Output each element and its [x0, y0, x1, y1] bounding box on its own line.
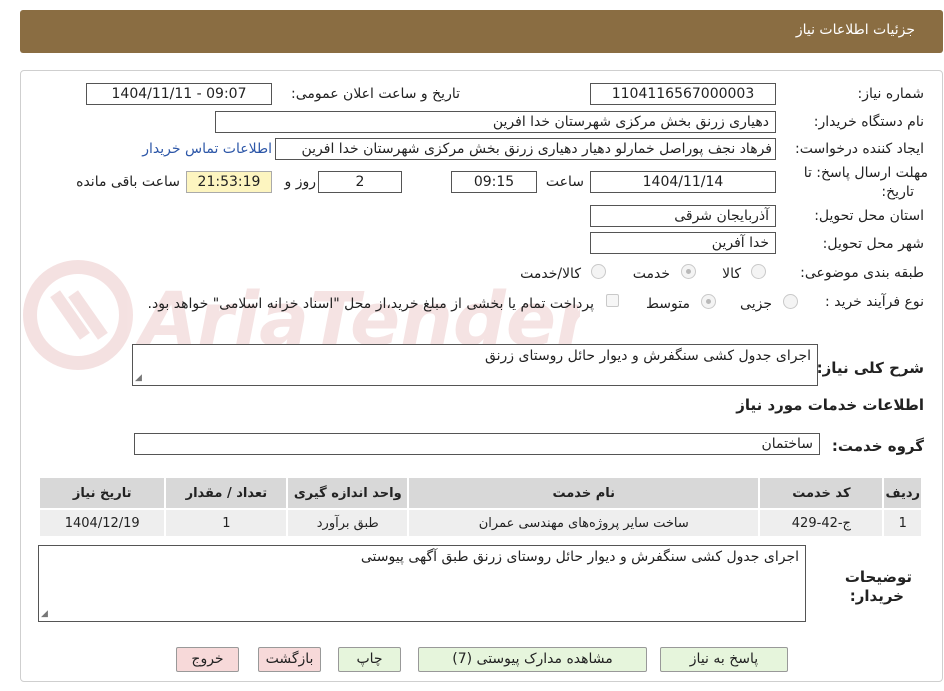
category-radio-goods[interactable]	[751, 264, 766, 279]
requester-field: فرهاد نجف پوراصل خمارلو دهیار دهیاری زرن…	[275, 138, 776, 160]
buyer-notes-label: توضیحات	[844, 568, 912, 586]
table-row: 1 ج-42-429 ساخت سایر پروژه‌های مهندسی عم…	[37, 508, 923, 538]
reply-button[interactable]: پاسخ به نیاز	[660, 647, 788, 672]
buyer-org-field: دهیاری زرنق بخش مرکزی شهرستان خدا افرین	[215, 111, 776, 133]
deadline-date-field: 1404/11/14	[590, 171, 776, 193]
cell-unit: طبق برآورد	[286, 508, 410, 538]
buyer-org-label: نام دستگاه خریدار:	[813, 114, 924, 130]
page-header: جزئیات اطلاعات نیاز	[20, 10, 943, 53]
category-option-goods-service: کالا/خدمت	[520, 266, 581, 282]
service-group-label: گروه خدمت:	[831, 437, 924, 455]
view-attachments-button[interactable]: مشاهده مدارک پیوستی (7)	[418, 647, 647, 672]
buyer-contact-link[interactable]: اطلاعات تماس خریدار	[142, 141, 272, 157]
province-label: استان محل تحویل:	[814, 208, 924, 224]
announce-date-label: تاریخ و ساعت اعلان عمومی:	[291, 86, 460, 102]
col-quantity: تعداد / مقدار	[164, 476, 289, 510]
summary-text: اجرای جدول کشی سنگفرش و دیوار حائل روستا…	[484, 348, 811, 364]
process-radio-medium[interactable]	[701, 294, 716, 309]
exit-button[interactable]: خروج	[176, 647, 239, 672]
services-section-title: اطلاعات خدمات مورد نیاز	[736, 396, 924, 414]
process-option-medium: متوسط	[646, 296, 690, 312]
print-button[interactable]: چاپ	[338, 647, 401, 672]
need-number-field: 1104116567000003	[590, 83, 776, 105]
cell-row-number: 1	[882, 508, 923, 538]
services-table: ردیف کد خدمت نام خدمت واحد اندازه گیری ت…	[37, 476, 923, 538]
col-service-name: نام خدمت	[407, 476, 761, 510]
deadline-time-field: 09:15	[451, 171, 537, 193]
col-need-date: تاریخ نیاز	[37, 476, 167, 510]
treasury-checkbox[interactable]	[606, 294, 619, 307]
category-radio-service[interactable]	[681, 264, 696, 279]
cell-need-date: 1404/12/19	[37, 508, 167, 538]
city-field: خدا آفرین	[590, 232, 776, 254]
remaining-label: ساعت باقی مانده	[76, 174, 180, 190]
cell-quantity: 1	[164, 508, 289, 538]
resize-grip-icon[interactable]: ◢	[41, 610, 48, 619]
cell-service-code: ج-42-429	[758, 508, 885, 538]
table-header-row: ردیف کد خدمت نام خدمت واحد اندازه گیری ت…	[37, 476, 923, 510]
col-row-number: ردیف	[882, 476, 923, 510]
category-option-goods: کالا	[722, 266, 741, 282]
page-title: جزئیات اطلاعات نیاز	[795, 22, 915, 38]
buyer-notes-textarea: اجرای جدول کشی سنگفرش و دیوار حائل روستا…	[38, 545, 806, 622]
process-radio-minor[interactable]	[783, 294, 798, 309]
deadline-label: مهلت ارسال پاسخ: تا	[803, 165, 928, 181]
process-label: نوع فرآیند خرید :	[825, 294, 924, 310]
cell-service-name: ساخت سایر پروژه‌های مهندسی عمران	[407, 508, 761, 538]
payment-note: پرداخت تمام یا بخشی از مبلغ خرید،از محل …	[147, 296, 594, 312]
days-label: روز و	[284, 174, 317, 190]
resize-grip-icon[interactable]: ◢	[135, 374, 142, 383]
process-option-minor: جزیی	[740, 296, 772, 312]
days-remaining-field: 2	[318, 171, 402, 193]
need-number-label: شماره نیاز:	[857, 86, 925, 102]
buyer-notes-text: اجرای جدول کشی سنگفرش و دیوار حائل روستا…	[360, 549, 799, 565]
deadline-hour-label: ساعت	[545, 174, 584, 190]
requester-label: ایجاد کننده درخواست:	[795, 141, 924, 157]
summary-label: شرح کلی نیاز:	[816, 359, 924, 377]
buyer-notes-label-2: خریدار:	[849, 587, 904, 605]
category-label: طبقه بندی موضوعی:	[800, 265, 924, 281]
back-button[interactable]: بازگشت	[258, 647, 321, 672]
category-radio-goods-service[interactable]	[591, 264, 606, 279]
service-group-field: ساختمان	[134, 433, 820, 455]
col-service-code: کد خدمت	[758, 476, 885, 510]
announce-date-field: 1404/11/11 - 09:07	[86, 83, 272, 105]
col-unit: واحد اندازه گیری	[286, 476, 410, 510]
remaining-time-field: 21:53:19	[186, 171, 272, 193]
deadline-label-2: تاریخ:	[881, 184, 914, 200]
summary-textarea: اجرای جدول کشی سنگفرش و دیوار حائل روستا…	[132, 344, 818, 386]
province-field: آذربایجان شرقی	[590, 205, 776, 227]
category-option-service: خدمت	[632, 266, 670, 282]
city-label: شهر محل تحویل:	[822, 236, 924, 252]
